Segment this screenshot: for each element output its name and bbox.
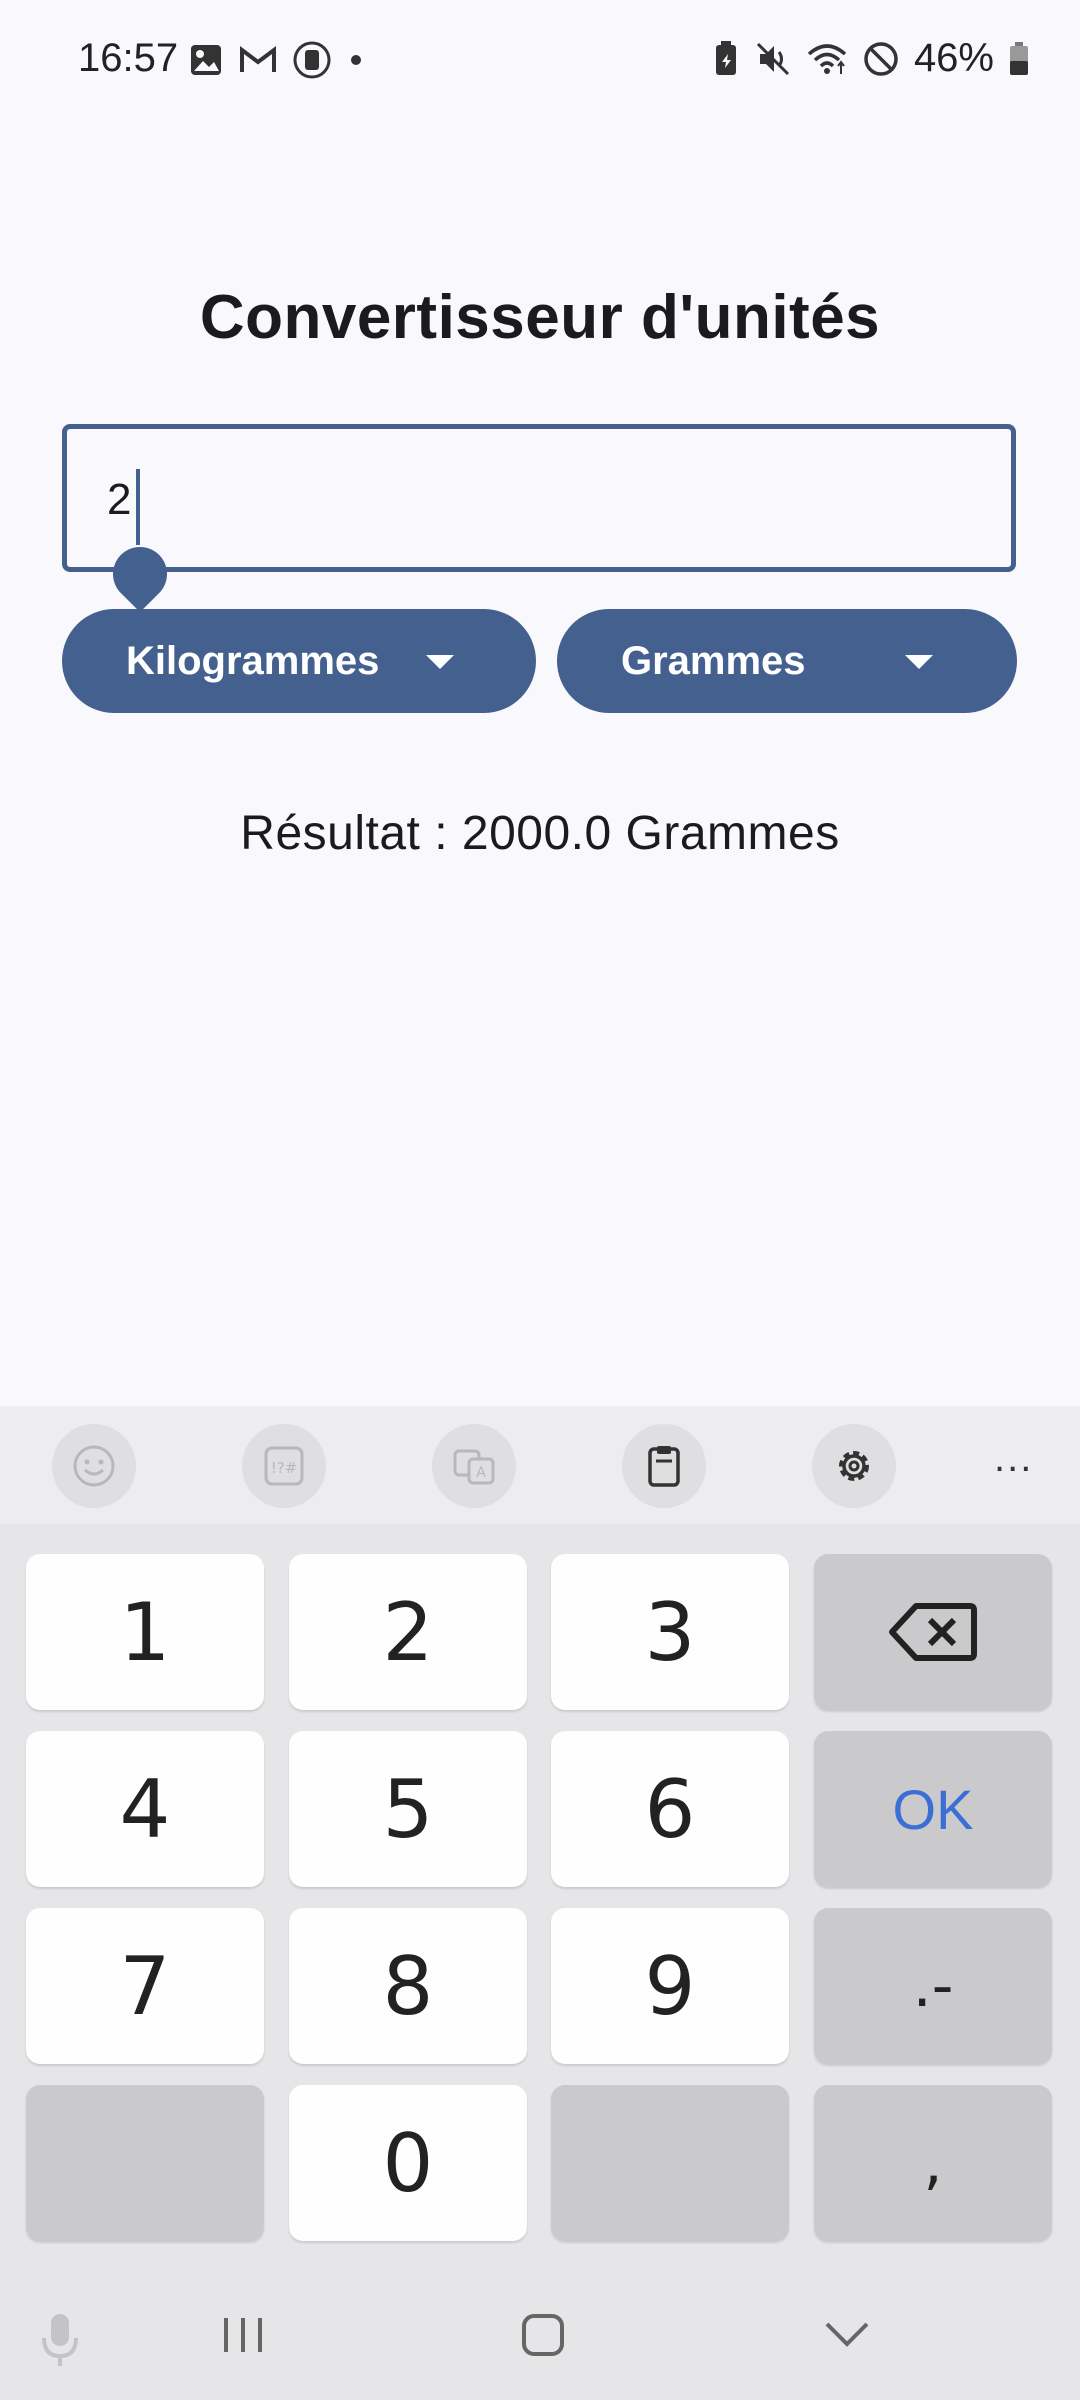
dnd-icon <box>864 41 898 76</box>
navigation-bar <box>0 2280 1080 2400</box>
image-icon <box>191 45 221 75</box>
key-0[interactable]: 0 <box>289 2085 527 2241</box>
more-icon[interactable]: ... <box>994 1436 1033 1481</box>
dot-icon <box>351 55 361 65</box>
from-unit-dropdown[interactable]: Kilogrammes <box>62 609 536 713</box>
settings-button[interactable] <box>812 1424 896 1508</box>
symbols-button[interactable]: !?# <box>242 1424 326 1508</box>
numeric-keyboard: !?# A ... 1 2 3 4 5 6 OK 7 8 9 .- 0 , <box>0 1406 1080 2400</box>
key-3[interactable]: 3 <box>551 1554 789 1710</box>
key-4[interactable]: 4 <box>26 1731 264 1887</box>
wifi-icon <box>807 43 847 74</box>
clipboard-button[interactable] <box>622 1424 706 1508</box>
key-8[interactable]: 8 <box>289 1908 527 2064</box>
text-cursor <box>136 469 140 545</box>
ok-key[interactable]: OK <box>814 1731 1052 1887</box>
svg-text:!?#: !?# <box>271 1459 298 1477</box>
battery-icon <box>1010 41 1028 75</box>
clipboard-icon <box>648 1446 680 1487</box>
mute-icon <box>756 42 789 75</box>
emoji-icon <box>73 1445 115 1487</box>
blank-key-left <box>26 2085 264 2241</box>
svg-text:A: A <box>476 1465 486 1481</box>
emoji-button[interactable] <box>52 1424 136 1508</box>
input-value[interactable]: 2 <box>107 475 131 525</box>
backspace-icon <box>889 1603 977 1661</box>
backspace-key[interactable] <box>814 1554 1052 1710</box>
caret-down-icon <box>426 655 454 669</box>
home-icon[interactable] <box>520 2310 566 2360</box>
page-title: Convertisseur d'unités <box>199 283 881 352</box>
notification-icons <box>188 40 366 80</box>
dot-minus-key[interactable]: .- <box>814 1908 1052 2064</box>
mic-icon[interactable] <box>36 2310 84 2370</box>
keyboard-toolbar: !?# A ... <box>0 1406 1080 1524</box>
hide-keyboard-icon[interactable] <box>822 2310 872 2360</box>
recents-icon[interactable] <box>220 2310 266 2360</box>
key-9[interactable]: 9 <box>551 1908 789 2064</box>
gmail-icon <box>240 46 276 72</box>
vpn-icon <box>293 41 331 79</box>
blank-key-right <box>551 2085 789 2241</box>
status-bar: 16:57 46% <box>0 0 1080 120</box>
gear-icon <box>839 1451 869 1481</box>
caret-down-icon <box>905 655 933 669</box>
status-time: 16:57 <box>78 36 179 80</box>
symbols-icon: !?# <box>264 1446 304 1486</box>
result-text: Résultat : 2000.0 Grammes <box>240 807 840 860</box>
to-unit-label: Grammes <box>621 639 806 683</box>
key-5[interactable]: 5 <box>289 1731 527 1887</box>
comma-key[interactable]: , <box>814 2085 1052 2241</box>
battery-saver-icon <box>715 40 736 75</box>
system-icons: 46% <box>712 36 1030 81</box>
value-input[interactable]: 2 <box>62 424 1016 613</box>
key-6[interactable]: 6 <box>551 1731 789 1887</box>
key-1[interactable]: 1 <box>26 1554 264 1710</box>
key-7[interactable]: 7 <box>26 1908 264 2064</box>
cursor-handle[interactable] <box>101 535 179 613</box>
from-unit-label: Kilogrammes <box>126 639 380 683</box>
translate-button[interactable]: A <box>432 1424 516 1508</box>
battery-percent: 46% <box>913 36 994 80</box>
to-unit-dropdown[interactable]: Grammes <box>557 609 1017 713</box>
key-2[interactable]: 2 <box>289 1554 527 1710</box>
translate-icon: A <box>453 1449 495 1485</box>
